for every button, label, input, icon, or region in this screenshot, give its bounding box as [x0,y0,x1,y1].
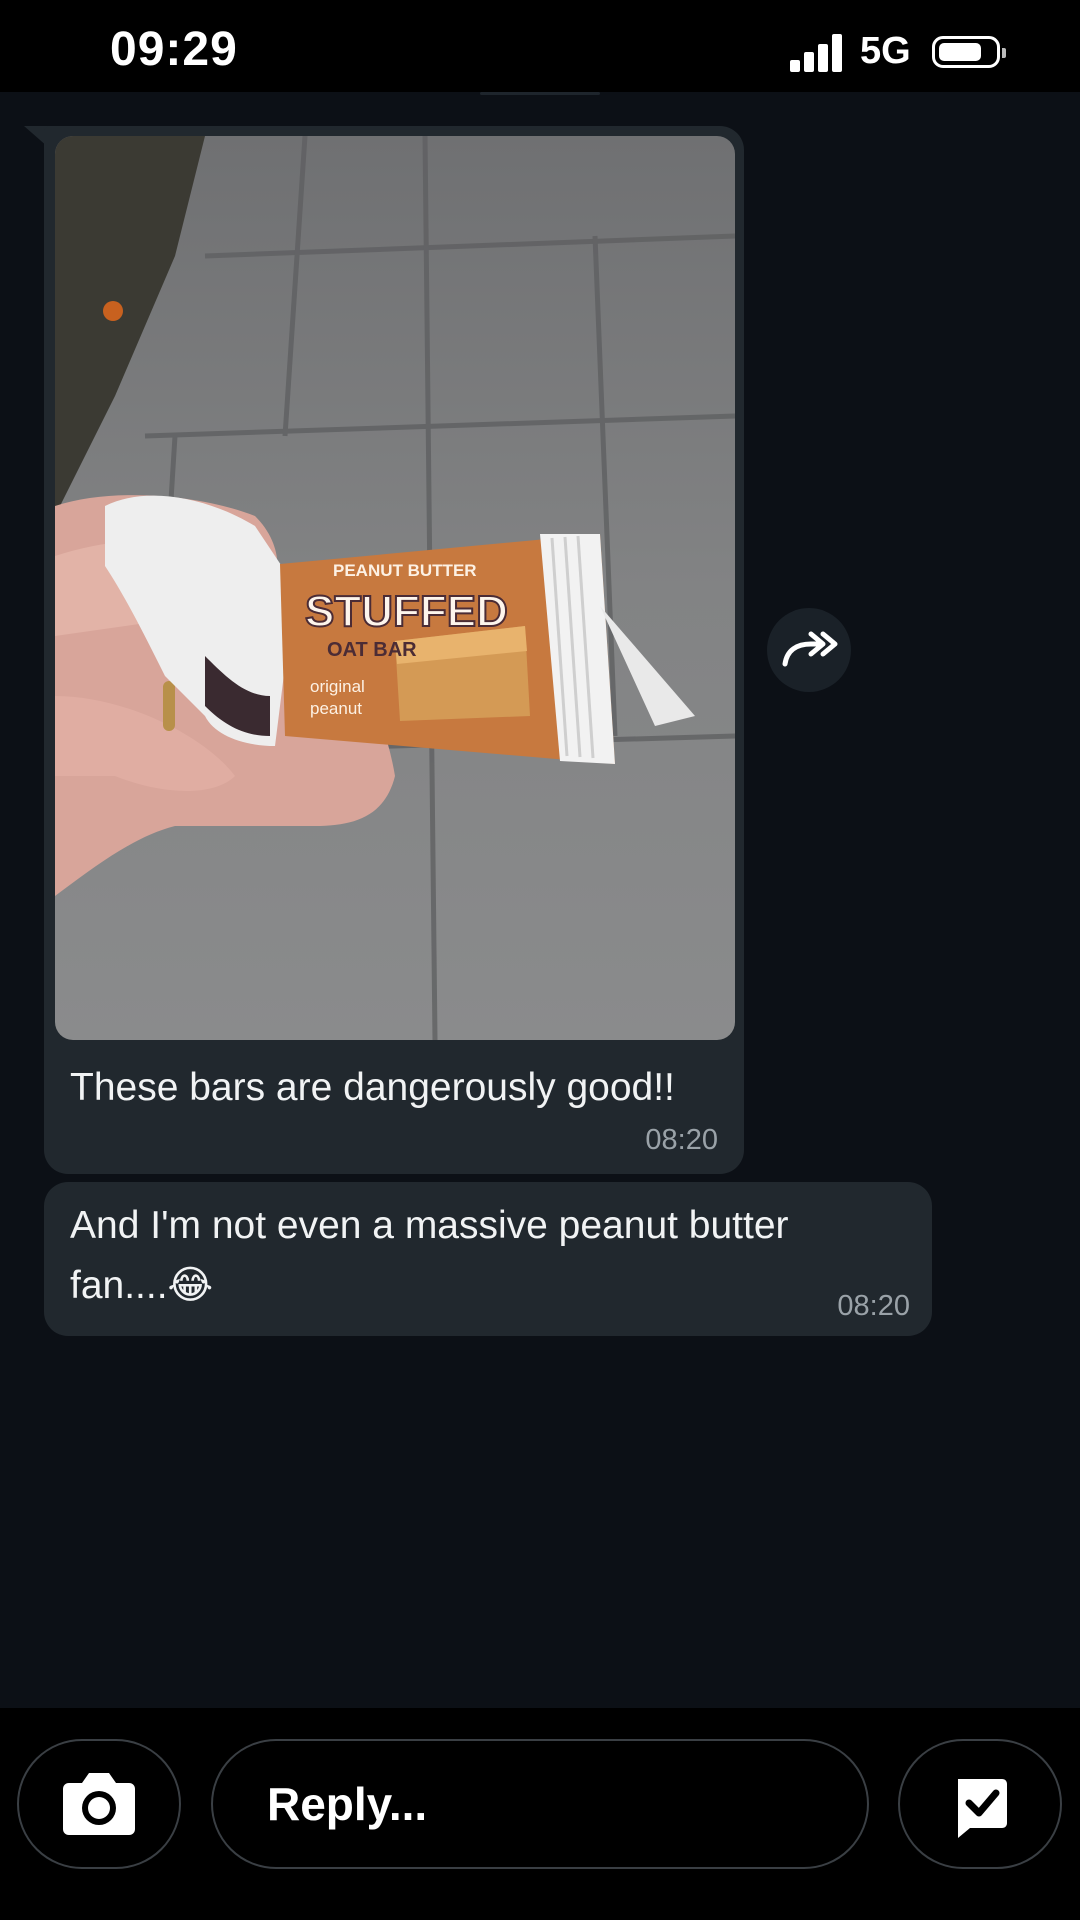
battery-icon [932,36,1006,68]
camera-button[interactable] [17,1739,181,1869]
message-time: 08:20 [645,1124,718,1156]
pack-label-top: PEANUT BUTTER [333,561,477,580]
signal-bars-icon [790,34,844,72]
pack-label-sub: OAT BAR [327,639,417,661]
status-bar: 09:29 5G [0,0,1080,92]
message-text: These bars are dangerously good!! [70,1066,675,1109]
camera-icon [63,1773,135,1835]
pack-label-title: STUFFED [305,587,508,636]
image-message-bubble[interactable]: PEANUT BUTTER STUFFED OAT BAR original p… [44,126,744,1174]
message-text-line1: And I'm not even a massive peanut butter [70,1204,789,1247]
check-chat-button[interactable] [898,1739,1062,1869]
message-text-line2: fan....😂 [70,1264,214,1307]
message-time: 08:20 [837,1290,910,1322]
reply-input[interactable] [211,1739,869,1869]
forward-button[interactable] [767,608,851,692]
forward-arrow-icon [782,631,838,667]
check-chat-icon [958,1779,1007,1838]
network-type: 5G [860,30,911,72]
pack-label-flavor1: original [310,677,365,696]
pack-label-flavor2: peanut [310,699,362,718]
message-photo[interactable]: PEANUT BUTTER STUFFED OAT BAR original p… [55,136,735,1040]
text-message-bubble[interactable]: And I'm not even a massive peanut butter… [44,1182,932,1336]
divider [480,92,600,95]
status-time: 09:29 [110,23,238,76]
